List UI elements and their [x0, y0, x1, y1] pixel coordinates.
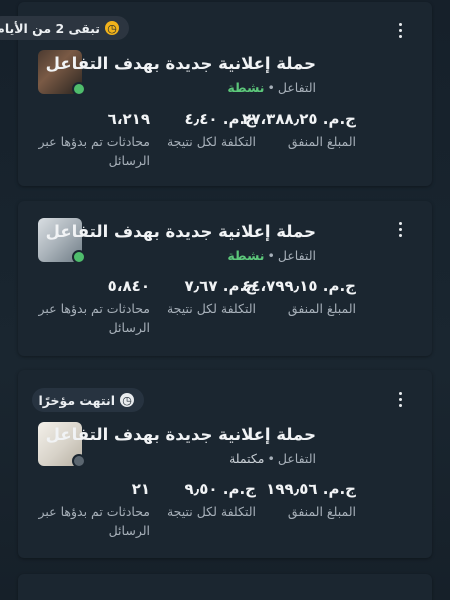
days-remaining-badge: ◷ تبقى 2 من الأيام	[0, 16, 129, 40]
clock-icon: ◷	[120, 393, 134, 407]
status-label: مكتملة	[229, 451, 265, 466]
campaign-subline: التفاعل•نشطة	[227, 80, 316, 95]
badge-label: انتهت مؤخرًا	[38, 392, 115, 408]
conversations-label: محادثات تم بدؤها عبر الرسائل	[38, 504, 150, 538]
campaign-title[interactable]: حملة إعلانية جديدة بهدف التفاعل	[46, 54, 316, 73]
cost-per-result-value: ج.م. ٧٫٦٧	[184, 277, 256, 295]
amount-spent-label: المبلغ المنفق	[287, 134, 356, 149]
campaign-subline: التفاعل•نشطة	[227, 248, 316, 263]
cost-per-result-metric: ج.م. ٤٫٤٠ التكلفة لكل نتيجة	[167, 110, 256, 151]
status-label: نشطة	[227, 80, 265, 95]
amount-spent-value: ج.م. ٢٧،٣٨٨٫٢٥	[242, 110, 356, 128]
objective-label: التفاعل	[277, 451, 316, 466]
campaign-list: ◷ تبقى 2 من الأيام حملة إعلانية جديدة به…	[0, 0, 450, 600]
objective-label: التفاعل	[277, 80, 316, 95]
campaign-card[interactable]: حملة إعلانية جديدة بهدف التفاعل التفاعل•…	[18, 201, 432, 356]
amount-spent-metric: ج.م. ٤٤،٧٩٩٫١٥ المبلغ المنفق	[242, 277, 356, 318]
cost-per-result-metric: ج.م. ٧٫٦٧ التكلفة لكل نتيجة	[167, 277, 256, 318]
clock-icon: ◷	[105, 21, 119, 35]
conversations-metric: ٥،٨٤٠ محادثات تم بدؤها عبر الرسائل	[20, 277, 150, 337]
more-options-icon[interactable]	[390, 387, 410, 411]
active-status-dot	[72, 82, 86, 96]
conversations-value: ٥،٨٤٠	[107, 277, 150, 295]
amount-spent-value: ج.م. ٤٤،٧٩٩٫١٥	[242, 277, 356, 295]
separator: •	[267, 80, 275, 95]
conversations-label: محادثات تم بدؤها عبر الرسائل	[38, 301, 150, 335]
conversations-value: ٦،٢١٩	[107, 110, 150, 128]
conversations-metric: ٢١ محادثات تم بدؤها عبر الرسائل	[20, 480, 150, 540]
campaign-card[interactable]	[18, 574, 432, 600]
campaign-card[interactable]: ◷ انتهت مؤخرًا حملة إعلانية جديدة بهدف ا…	[18, 370, 432, 558]
more-options-icon[interactable]	[390, 217, 410, 241]
cost-per-result-value: ج.م. ٩٫٥٠	[184, 480, 256, 498]
active-status-dot	[72, 250, 86, 264]
amount-spent-metric: ج.م. ١٩٩٫٥٦ المبلغ المنفق	[266, 480, 356, 521]
amount-spent-metric: ج.م. ٢٧،٣٨٨٫٢٥ المبلغ المنفق	[242, 110, 356, 151]
campaign-subline: التفاعل•مكتملة	[229, 451, 316, 466]
campaign-title[interactable]: حملة إعلانية جديدة بهدف التفاعل	[46, 222, 316, 241]
conversations-label: محادثات تم بدؤها عبر الرسائل	[38, 134, 150, 168]
separator: •	[267, 248, 275, 263]
status-label: نشطة	[227, 248, 265, 263]
cost-per-result-metric: ج.م. ٩٫٥٠ التكلفة لكل نتيجة	[167, 480, 256, 521]
conversations-value: ٢١	[131, 480, 150, 498]
campaign-card[interactable]: ◷ تبقى 2 من الأيام حملة إعلانية جديدة به…	[0, 2, 432, 186]
objective-label: التفاعل	[277, 248, 316, 263]
completed-status-dot	[72, 454, 86, 468]
cost-per-result-label: التكلفة لكل نتيجة	[166, 504, 256, 519]
amount-spent-value: ج.م. ١٩٩٫٥٦	[266, 480, 356, 498]
amount-spent-label: المبلغ المنفق	[287, 301, 356, 316]
conversations-metric: ٦،٢١٩ محادثات تم بدؤها عبر الرسائل	[20, 110, 150, 170]
more-options-icon[interactable]	[390, 18, 410, 42]
badge-label: تبقى 2 من الأيام	[0, 20, 100, 36]
cost-per-result-value: ج.م. ٤٫٤٠	[184, 110, 256, 128]
cost-per-result-label: التكلفة لكل نتيجة	[166, 134, 256, 149]
cost-per-result-label: التكلفة لكل نتيجة	[166, 301, 256, 316]
amount-spent-label: المبلغ المنفق	[287, 504, 356, 519]
recently-ended-badge: ◷ انتهت مؤخرًا	[32, 388, 144, 412]
separator: •	[267, 451, 275, 466]
campaign-title[interactable]: حملة إعلانية جديدة بهدف التفاعل	[46, 425, 316, 444]
